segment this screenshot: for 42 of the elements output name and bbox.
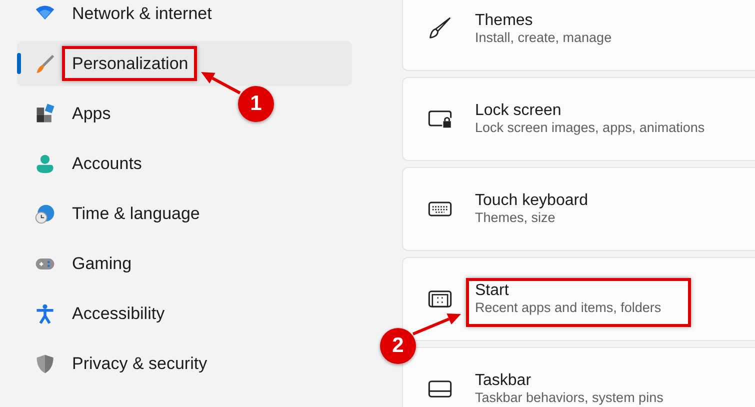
nav-item[interactable]: Accessibility xyxy=(17,291,173,336)
nav-item[interactable]: Privacy & security xyxy=(17,341,216,386)
apps-icon xyxy=(34,102,56,124)
nav-label: Time & language xyxy=(72,204,200,224)
setting-title: Taskbar xyxy=(475,372,532,390)
shield-icon xyxy=(34,352,56,374)
nav-item[interactable]: Accounts xyxy=(17,141,150,186)
step-number: 1 xyxy=(238,86,274,122)
nav-item[interactable]: Personalization xyxy=(17,41,352,86)
setting-description: Recent apps and items, folders xyxy=(475,300,662,316)
globe-clock-icon xyxy=(34,202,56,224)
setting-title: Start xyxy=(475,282,510,300)
setting-card[interactable]: Themes Install, create, manage xyxy=(402,0,755,71)
setting-description: Install, create, manage xyxy=(475,30,612,46)
setting-description: Taskbar behaviors, system pins xyxy=(475,390,664,406)
setting-card[interactable]: Lock screen Lock screen images, apps, animations xyxy=(402,77,755,161)
setting-card[interactable]: Touch keyboard Themes, size xyxy=(402,167,755,251)
nav-label: Apps xyxy=(72,104,111,124)
step-number: 2 xyxy=(380,328,416,364)
nav-item[interactable]: Network & internet xyxy=(17,0,220,36)
arrow xyxy=(201,72,241,94)
person-icon xyxy=(34,152,56,174)
setting-title: Touch keyboard xyxy=(475,192,588,210)
nav-item[interactable]: Time & language xyxy=(17,191,208,236)
nav-label: Accounts xyxy=(72,154,142,174)
paintbrush-icon xyxy=(34,52,56,74)
nav-item[interactable]: Gaming xyxy=(17,241,140,286)
setting-description: Lock screen images, apps, animations xyxy=(475,120,705,136)
nav-label: Gaming xyxy=(72,254,132,274)
nav-label: Network & internet xyxy=(72,4,212,24)
nav-label: Privacy & security xyxy=(72,354,208,374)
setting-card[interactable]: Start Recent apps and items, folders xyxy=(402,257,755,341)
nav-item[interactable]: Apps xyxy=(17,91,119,136)
accessibility-icon xyxy=(34,302,56,324)
nav-label: Personalization xyxy=(72,54,188,74)
setting-title: Themes xyxy=(475,12,534,30)
setting-card[interactable]: Taskbar Taskbar behaviors, system pins xyxy=(402,347,755,407)
setting-title: Lock screen xyxy=(475,102,562,120)
setting-description: Themes, size xyxy=(475,210,556,226)
arrow xyxy=(412,313,461,336)
nav-label: Accessibility xyxy=(72,304,165,324)
selection-indicator xyxy=(17,53,21,74)
